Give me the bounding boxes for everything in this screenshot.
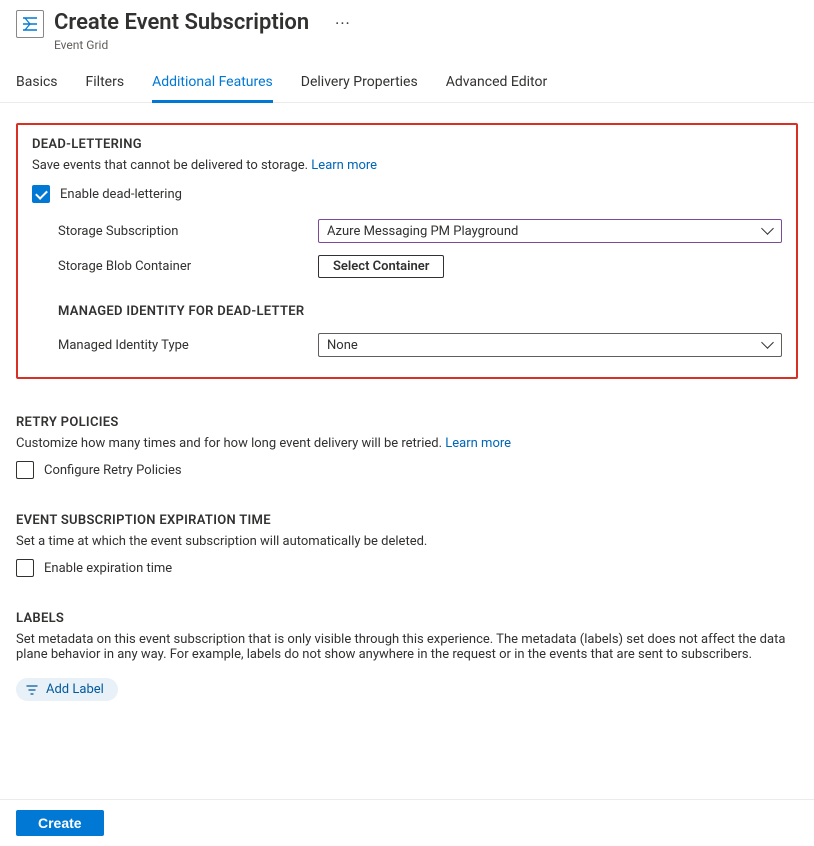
select-container-button[interactable]: Select Container	[318, 255, 444, 278]
dead-lettering-section: DEAD-LETTERING Save events that cannot b…	[16, 123, 798, 379]
page-subtitle: Event Grid	[54, 38, 309, 52]
dead-lettering-desc: Save events that cannot be delivered to …	[32, 158, 782, 173]
content-area: DEAD-LETTERING Save events that cannot b…	[0, 103, 814, 815]
expiration-heading: EVENT SUBSCRIPTION EXPIRATION TIME	[16, 513, 798, 528]
tab-filters[interactable]: Filters	[86, 66, 125, 103]
storage-subscription-row: Storage Subscription Azure Messaging PM …	[32, 219, 782, 243]
add-label-text: Add Label	[46, 682, 104, 697]
header-text: Create Event Subscription Event Grid	[54, 10, 309, 52]
storage-subscription-label: Storage Subscription	[58, 224, 318, 239]
tabs-bar: Basics Filters Additional Features Deliv…	[0, 66, 814, 103]
add-label-button[interactable]: Add Label	[16, 678, 118, 701]
retry-policies-desc: Customize how many times and for how lon…	[16, 436, 798, 451]
configure-retry-checkbox-row[interactable]: Configure Retry Policies	[16, 461, 798, 479]
dead-lettering-desc-text: Save events that cannot be delivered to …	[32, 158, 311, 173]
footer-bar: Create	[0, 799, 814, 846]
chevron-down-icon	[763, 228, 773, 234]
configure-retry-checkbox[interactable]	[16, 461, 34, 479]
expiration-desc: Set a time at which the event subscripti…	[16, 534, 798, 549]
tab-delivery-properties[interactable]: Delivery Properties	[301, 66, 418, 103]
expiration-section: EVENT SUBSCRIPTION EXPIRATION TIME Set a…	[16, 513, 798, 577]
retry-policies-section: RETRY POLICIES Customize how many times …	[16, 415, 798, 479]
enable-dead-lettering-label: Enable dead-lettering	[60, 187, 182, 202]
enable-expiration-checkbox-row[interactable]: Enable expiration time	[16, 559, 798, 577]
configure-retry-label: Configure Retry Policies	[44, 463, 182, 478]
storage-subscription-value: Azure Messaging PM Playground	[327, 224, 518, 239]
tab-additional-features[interactable]: Additional Features	[152, 66, 273, 103]
storage-blob-label: Storage Blob Container	[58, 259, 318, 274]
event-grid-icon	[16, 10, 44, 38]
filter-icon	[26, 685, 38, 695]
enable-dead-lettering-checkbox-row[interactable]: Enable dead-lettering	[32, 185, 782, 203]
tab-basics[interactable]: Basics	[16, 66, 58, 103]
more-icon[interactable]: ···	[335, 14, 351, 33]
page-header: Create Event Subscription Event Grid ···	[0, 0, 814, 58]
labels-desc: Set metadata on this event subscription …	[16, 632, 798, 662]
chevron-down-icon	[763, 342, 773, 348]
retry-learn-more-link[interactable]: Learn more	[445, 436, 511, 451]
tab-advanced-editor[interactable]: Advanced Editor	[446, 66, 547, 103]
dead-lettering-heading: DEAD-LETTERING	[32, 137, 782, 152]
retry-desc-text: Customize how many times and for how lon…	[16, 436, 445, 451]
storage-blob-row: Storage Blob Container Select Container	[32, 255, 782, 278]
labels-section: LABELS Set metadata on this event subscr…	[16, 611, 798, 701]
retry-policies-heading: RETRY POLICIES	[16, 415, 798, 430]
managed-identity-row: Managed Identity Type None	[32, 333, 782, 357]
page-title: Create Event Subscription	[54, 10, 309, 36]
managed-identity-type-value: None	[327, 338, 358, 353]
managed-identity-type-label: Managed Identity Type	[58, 338, 318, 353]
create-button[interactable]: Create	[16, 810, 104, 836]
managed-identity-type-select[interactable]: None	[318, 333, 782, 357]
enable-expiration-checkbox[interactable]	[16, 559, 34, 577]
managed-identity-heading: MANAGED IDENTITY FOR DEAD-LETTER	[58, 304, 782, 319]
dead-lettering-learn-more-link[interactable]: Learn more	[311, 158, 377, 173]
enable-dead-lettering-checkbox[interactable]	[32, 185, 50, 203]
labels-heading: LABELS	[16, 611, 798, 626]
storage-subscription-select[interactable]: Azure Messaging PM Playground	[318, 219, 782, 243]
enable-expiration-label: Enable expiration time	[44, 561, 172, 576]
